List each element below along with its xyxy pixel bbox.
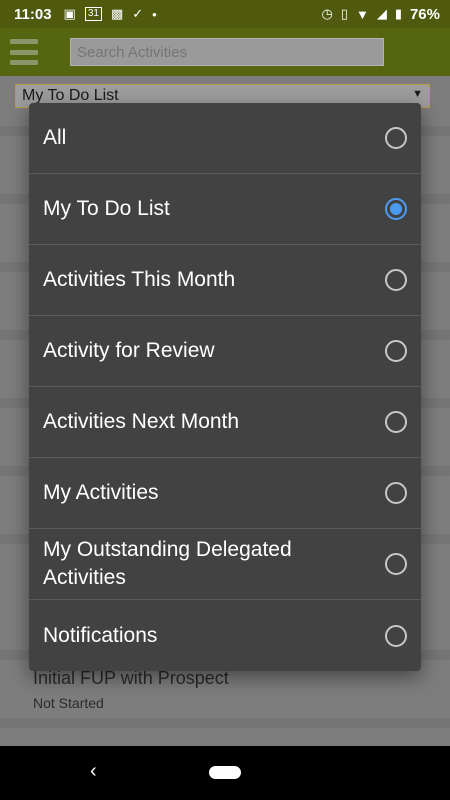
option-label: My Outstanding Delegated Activities	[43, 538, 292, 589]
filter-dialog: All My To Do List Activities This Month …	[29, 103, 421, 671]
option-my-to-do-list[interactable]: My To Do List	[29, 174, 421, 245]
signal-icon: ◢	[376, 6, 387, 21]
status-time: 11:03	[14, 5, 52, 23]
radio-button[interactable]	[385, 127, 407, 149]
option-label: Activities Next Month	[43, 410, 240, 433]
list-divider	[0, 718, 450, 728]
option-label: Activity for Review	[43, 339, 215, 362]
back-icon[interactable]: ‹	[90, 760, 97, 783]
radio-button[interactable]	[385, 553, 407, 575]
option-my-activities[interactable]: My Activities	[29, 458, 421, 529]
system-nav-bar: ‹	[0, 746, 450, 800]
radio-button[interactable]	[385, 411, 407, 433]
wifi-icon: ▼	[355, 6, 369, 22]
option-activities-next-month[interactable]: Activities Next Month	[29, 387, 421, 458]
home-pill-icon[interactable]	[209, 766, 241, 779]
status-right: ◷ ▯ ▼ ◢ ▮ 76%	[321, 6, 440, 23]
calendar-icon: 31	[84, 7, 102, 21]
vibrate-icon: ▯	[340, 6, 348, 21]
battery-percent: 76%	[409, 5, 440, 23]
option-activity-for-review[interactable]: Activity for Review	[29, 316, 421, 387]
option-all[interactable]: All	[29, 103, 421, 174]
image-icon: ▣	[63, 6, 76, 21]
chevron-down-icon: ▼	[412, 88, 423, 100]
list-item-title: Initial FUP with Prospect	[33, 668, 229, 688]
option-activities-this-month[interactable]: Activities This Month	[29, 245, 421, 316]
option-label: My To Do List	[43, 197, 170, 220]
menu-icon[interactable]	[10, 39, 38, 65]
option-notifications[interactable]: Notifications	[29, 600, 421, 671]
filter-selected-value: My To Do List	[22, 87, 119, 104]
option-my-outstanding-delegated-activities[interactable]: My Outstanding Delegated Activities	[29, 529, 421, 600]
option-label: All	[43, 126, 67, 149]
option-label: Notifications	[43, 623, 158, 647]
dot-icon: •	[152, 6, 157, 22]
radio-button-selected[interactable]	[385, 198, 407, 220]
list-item-status: Not Started	[33, 695, 104, 711]
radio-button[interactable]	[385, 482, 407, 504]
battery-icon: ▮	[394, 6, 402, 21]
check-icon: ✓	[132, 6, 144, 21]
app-icon: ▩	[110, 6, 124, 21]
radio-button[interactable]	[385, 269, 407, 291]
list-item[interactable]: Initial FUP with Prospect Not Started	[33, 668, 229, 711]
alarm-icon: ◷	[321, 6, 333, 21]
status-bar: 11:03 ▣ 31 ▩ ✓ • ◷ ▯ ▼ ◢ ▮ 76%	[0, 0, 450, 28]
search-input[interactable]	[70, 38, 384, 66]
radio-button[interactable]	[385, 624, 407, 647]
app-header	[0, 28, 450, 76]
option-label: My Activities	[43, 481, 159, 504]
radio-button[interactable]	[385, 340, 407, 362]
option-label: Activities This Month	[43, 268, 236, 291]
